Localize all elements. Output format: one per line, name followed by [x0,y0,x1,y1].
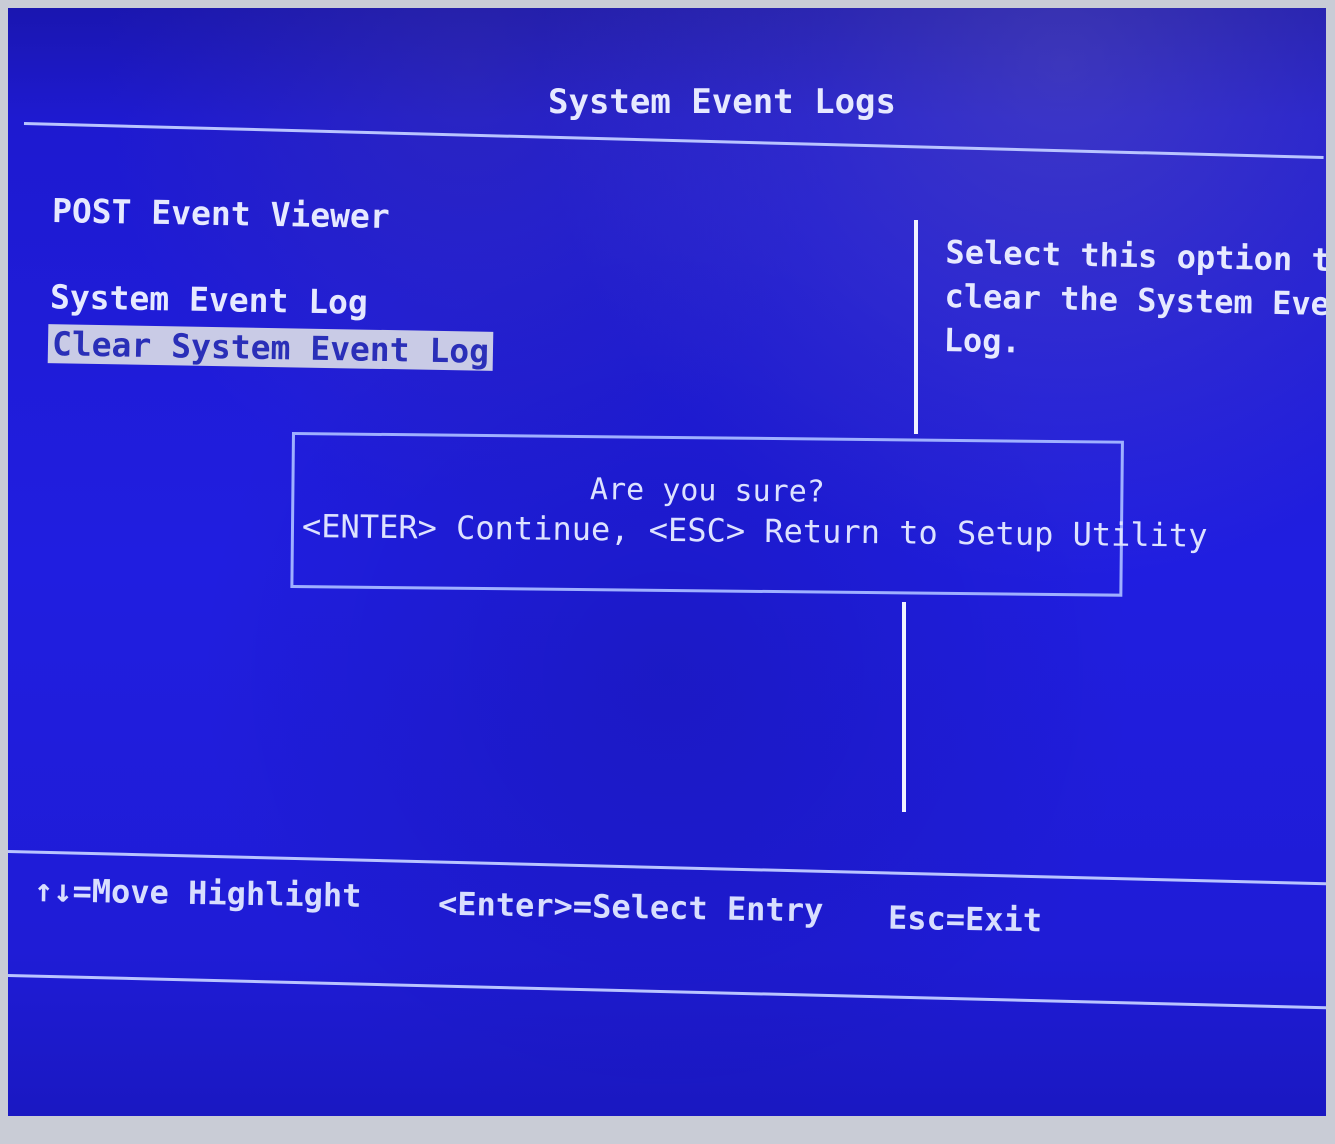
page-title: System Event Logs [548,82,896,122]
help-panel-divider-top [914,220,918,434]
help-line-3: Log. [943,320,1022,361]
footer-select-entry: <Enter>=Select Entry [437,884,824,930]
menu-item-post-event-viewer[interactable]: POST Event Viewer [52,191,390,236]
confirm-question: Are you sure? [589,472,825,510]
bios-screen: System Event Logs POST Event Viewer Syst… [8,8,1326,1116]
footer-divider-bottom [8,974,1326,1010]
help-text: Select this option to clear the System E… [943,230,1326,371]
menu-item-clear-system-event-log[interactable]: Clear System Event Log [47,324,494,371]
footer-move-highlight: ↑↓=Move Highlight [33,871,362,915]
confirm-dialog: Are you sure? <ENTER> Continue, <ESC> Re… [290,432,1208,597]
help-panel-divider-bottom [902,602,906,812]
menu-item-system-event-log[interactable]: System Event Log [50,277,369,322]
footer-exit: Esc=Exit [887,898,1043,940]
header-divider [23,122,1324,160]
confirm-options: <ENTER> Continue, <ESC> Return to Setup … [301,507,1208,555]
